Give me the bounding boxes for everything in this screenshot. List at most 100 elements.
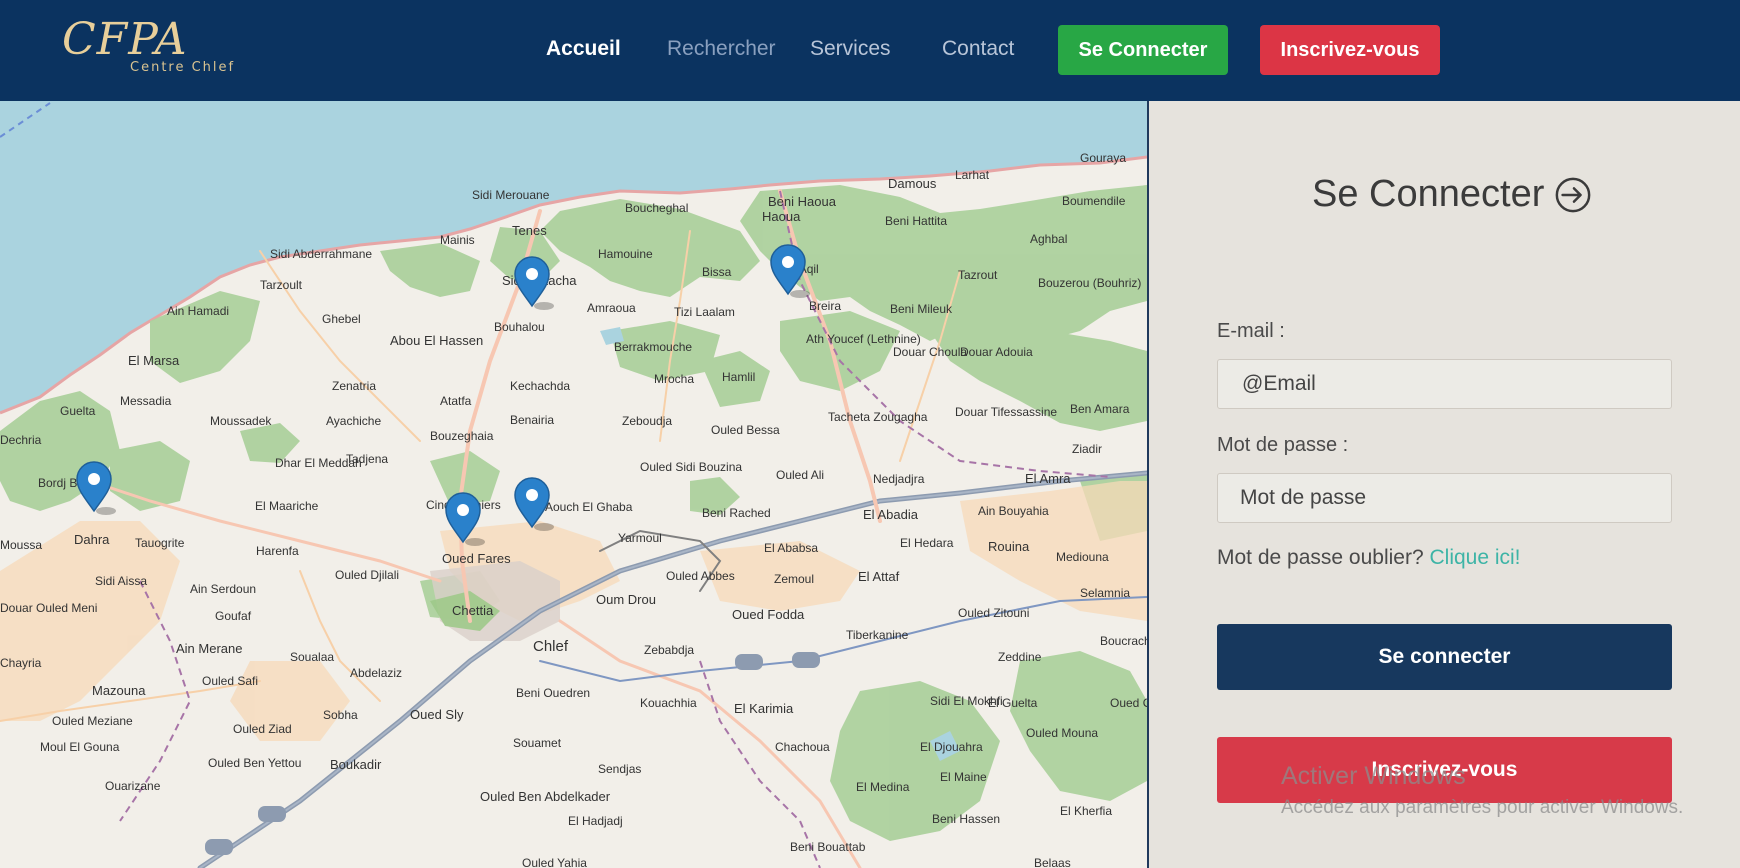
svg-text:Boucheghal: Boucheghal [625, 201, 688, 215]
submit-login-button[interactable]: Se connecter [1217, 624, 1672, 690]
svg-text:El Ababsa: El Ababsa [764, 541, 818, 555]
svg-text:El Abadia: El Abadia [863, 507, 919, 522]
svg-text:Ouled Ali: Ouled Ali [776, 468, 824, 482]
svg-text:Hamlil: Hamlil [722, 370, 755, 384]
svg-text:Sendjas: Sendjas [598, 762, 641, 776]
svg-text:Chayria: Chayria [0, 656, 42, 670]
svg-text:Benairia: Benairia [510, 413, 554, 427]
nav-register-button[interactable]: Inscrivez-vous [1260, 25, 1440, 75]
svg-text:Ath Youcef (Lethnine): Ath Youcef (Lethnine) [806, 332, 921, 346]
svg-text:Tadjena: Tadjena [346, 452, 388, 466]
svg-text:Beni Ouedren: Beni Ouedren [516, 686, 590, 700]
cfpa-logo[interactable]: CFPA Centre Chlef [62, 14, 233, 76]
svg-text:Ouled Ben Abdelkader: Ouled Ben Abdelkader [480, 789, 611, 804]
svg-text:Ain Serdoun: Ain Serdoun [190, 582, 256, 596]
nav-link-accueil[interactable]: Accueil [546, 36, 621, 62]
svg-text:Kechachda: Kechachda [510, 379, 570, 393]
svg-text:Haoua: Haoua [762, 209, 801, 224]
svg-text:Moussa: Moussa [0, 538, 42, 552]
forgot-password-link[interactable]: Clique ici! [1429, 546, 1520, 569]
svg-text:Ain Merane: Ain Merane [176, 641, 242, 656]
svg-text:El Guelta: El Guelta [988, 696, 1038, 710]
svg-text:Bouhalou: Bouhalou [494, 320, 545, 334]
svg-text:Douar Choula: Douar Choula [893, 345, 967, 359]
login-panel: Se Connecter E-mail : Mot de passe : Mot… [1149, 101, 1740, 868]
svg-text:Tizi Laalam: Tizi Laalam [674, 305, 735, 319]
svg-text:Ouled Bessa: Ouled Bessa [711, 423, 780, 437]
svg-text:Beni Hattita: Beni Hattita [885, 214, 947, 228]
svg-text:El Karimia: El Karimia [734, 701, 794, 716]
top-navbar: CFPA Centre Chlef Accueil Rechercher Ser… [0, 0, 1740, 101]
svg-text:Ben Amara: Ben Amara [1070, 402, 1130, 416]
svg-text:Mediouna: Mediouna [1056, 550, 1109, 564]
svg-text:El Attaf: El Attaf [858, 569, 900, 584]
svg-text:Beni Bouattab: Beni Bouattab [790, 840, 866, 854]
svg-text:Yarmoul: Yarmoul [618, 531, 662, 545]
svg-text:Tenes: Tenes [512, 223, 547, 238]
svg-text:Amraoua: Amraoua [587, 301, 636, 315]
nav-link-services[interactable]: Services [810, 36, 891, 62]
svg-text:Abou El Hassen: Abou El Hassen [390, 333, 483, 348]
svg-text:Boumendile: Boumendile [1062, 194, 1126, 208]
svg-text:Zeddine: Zeddine [998, 650, 1042, 664]
svg-text:El Djouahra: El Djouahra [920, 740, 983, 754]
svg-text:Ouled Djilali: Ouled Djilali [335, 568, 399, 582]
svg-text:Mainis: Mainis [440, 233, 475, 247]
svg-text:Berrakmouche: Berrakmouche [614, 340, 692, 354]
svg-text:Ayachiche: Ayachiche [326, 414, 381, 428]
svg-text:Ouled Safi: Ouled Safi [202, 674, 258, 688]
svg-text:Oued Sly: Oued Sly [410, 707, 464, 722]
svg-text:Mrocha: Mrocha [654, 372, 694, 386]
logo-main-text: CFPA [62, 14, 188, 65]
svg-text:Beni Mileuk: Beni Mileuk [890, 302, 953, 316]
svg-text:Zemoul: Zemoul [774, 572, 814, 586]
svg-text:Zeboudja: Zeboudja [622, 414, 672, 428]
svg-text:Sidi Merouane: Sidi Merouane [472, 188, 550, 202]
svg-text:Beni Haoua: Beni Haoua [768, 194, 837, 209]
svg-text:Sidi Abderrahmane: Sidi Abderrahmane [270, 247, 372, 261]
svg-text:Sidi Aissa: Sidi Aissa [95, 574, 147, 588]
nav-login-button[interactable]: Se Connecter [1058, 25, 1228, 75]
svg-text:Tiberkanine: Tiberkanine [846, 628, 909, 642]
svg-text:Zenatria: Zenatria [332, 379, 376, 393]
svg-text:Moussadek: Moussadek [210, 414, 272, 428]
svg-text:Ziadir: Ziadir [1072, 442, 1102, 456]
svg-text:Oued Fares: Oued Fares [442, 551, 511, 566]
svg-text:Douar Ouled Meni: Douar Ouled Meni [0, 601, 97, 615]
login-title: Se Connecter [1312, 173, 1592, 216]
nav-link-contact[interactable]: Contact [942, 36, 1014, 62]
svg-text:Kouachhia: Kouachhia [640, 696, 697, 710]
email-label: E-mail : [1217, 320, 1285, 342]
svg-text:Boucrach: Boucrach [1100, 634, 1147, 648]
svg-text:Tazrout: Tazrout [958, 268, 998, 282]
svg-text:Dechria: Dechria [0, 433, 42, 447]
map-view[interactable]: Gouraya Larhat Damous Boumendile Sidi Me… [0, 101, 1147, 868]
svg-text:Tarzoult: Tarzoult [260, 278, 303, 292]
svg-text:Ouled Yahia: Ouled Yahia [522, 856, 587, 868]
register-button[interactable]: Inscrivez-vous [1217, 737, 1672, 803]
svg-text:Moul El Gouna: Moul El Gouna [40, 740, 120, 754]
svg-text:Mazouna: Mazouna [92, 683, 146, 698]
svg-text:Ouled Meziane: Ouled Meziane [52, 714, 133, 728]
svg-text:Ain Bouyahia: Ain Bouyahia [978, 504, 1049, 518]
svg-text:Ouled Ziad: Ouled Ziad [233, 722, 292, 736]
svg-text:El Maine: El Maine [940, 770, 987, 784]
svg-text:Douar Tifessassine: Douar Tifessassine [955, 405, 1057, 419]
svg-text:Bouzeghaia: Bouzeghaia [430, 429, 494, 443]
svg-text:Guelta: Guelta [60, 404, 96, 418]
svg-text:Rouina: Rouina [988, 539, 1030, 554]
svg-text:Beni Rached: Beni Rached [702, 506, 771, 520]
nav-link-rechercher[interactable]: Rechercher [667, 36, 776, 62]
email-input[interactable] [1217, 359, 1672, 409]
svg-text:Abdelaziz: Abdelaziz [350, 666, 402, 680]
logo-subtitle: Centre Chlef [130, 60, 236, 75]
svg-text:Harenfa: Harenfa [256, 544, 299, 558]
svg-text:Sobha: Sobha [323, 708, 358, 722]
svg-text:Gouraya: Gouraya [1080, 151, 1126, 165]
svg-text:Ouled Abbes: Ouled Abbes [666, 569, 735, 583]
svg-text:Breira: Breira [809, 299, 841, 313]
svg-text:El Hedara: El Hedara [900, 536, 954, 550]
svg-text:El Amra: El Amra [1025, 471, 1071, 486]
svg-text:Bissa: Bissa [702, 265, 732, 279]
password-input[interactable] [1217, 473, 1672, 523]
